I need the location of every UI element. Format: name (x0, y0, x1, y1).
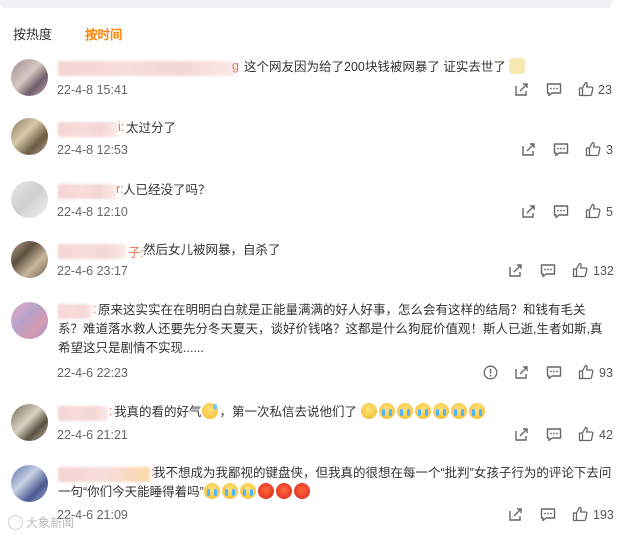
cry-emoji-icon (468, 403, 485, 419)
angry-emoji-icon (275, 483, 292, 499)
username-suffix[interactable]: 子: (128, 242, 144, 261)
avatar[interactable] (11, 302, 48, 339)
cry-emoji-icon (221, 483, 238, 499)
cat-emoji-icon (509, 58, 526, 74)
username-suffix[interactable]: i: (118, 120, 124, 134)
comment-icon[interactable] (546, 427, 562, 443)
watermark-text: 大象新闻 (26, 516, 75, 530)
comment-time: 22-4-6 21:21 (57, 428, 128, 442)
comment-icon[interactable] (540, 507, 556, 523)
like-count: 42 (599, 428, 613, 442)
comment-icon[interactable] (546, 82, 562, 98)
share-icon[interactable] (508, 507, 523, 523)
like-count: 3 (606, 143, 613, 157)
comment-icon[interactable] (553, 142, 569, 158)
like-icon[interactable] (578, 81, 594, 97)
like-icon[interactable] (572, 506, 588, 522)
tab-sort-hot[interactable]: 按热度 (13, 24, 52, 43)
avatar[interactable] (11, 181, 48, 218)
cry-emoji-icon (414, 403, 431, 419)
like-icon[interactable] (578, 364, 594, 380)
cry-emoji-icon (432, 403, 449, 419)
share-icon[interactable] (521, 142, 536, 158)
weibo-logo-icon (8, 515, 23, 530)
username[interactable] (58, 244, 126, 259)
like-icon[interactable] (585, 141, 601, 157)
username[interactable] (58, 122, 118, 137)
top-divider (0, 0, 612, 8)
watermark: 大象新闻 (8, 514, 74, 531)
like-icon[interactable] (585, 203, 601, 219)
sad-emoji-icon (360, 403, 377, 419)
username-suffix[interactable]: g (232, 59, 239, 73)
cry-emoji-icon (450, 403, 467, 419)
share-icon[interactable] (508, 263, 523, 279)
cry-emoji-icon (203, 483, 220, 499)
sweat-emoji-icon (201, 403, 218, 419)
cry-emoji-icon (396, 403, 413, 419)
comment-text: 原来这实实在在明明白白就是正能量满满的好人好事，怎么会有这样的结局？和钱有毛关系… (58, 303, 603, 355)
comment-text: 这个网友因为给了200块钱被网暴了 证实去世了 (244, 58, 527, 77)
comment-icon[interactable] (546, 365, 562, 381)
avatar[interactable] (11, 241, 48, 278)
username[interactable] (58, 61, 234, 76)
report-icon[interactable] (483, 365, 498, 381)
comment-time: 22-4-8 12:10 (57, 205, 128, 219)
share-icon[interactable] (514, 82, 529, 98)
like-icon[interactable] (572, 262, 588, 278)
comment-text: 人已经没了吗？ (123, 183, 211, 197)
avatar[interactable] (11, 59, 48, 96)
share-icon[interactable] (514, 427, 529, 443)
like-count: 23 (598, 83, 612, 97)
share-icon[interactable] (521, 204, 536, 220)
comment-time: 22-4-8 15:41 (57, 83, 128, 97)
angry-emoji-icon (257, 483, 274, 499)
username[interactable] (58, 184, 116, 199)
cry-emoji-icon (239, 483, 256, 499)
tab-sort-time[interactable]: 按时间 (85, 24, 123, 43)
cry-emoji-icon (378, 403, 395, 419)
avatar[interactable] (11, 465, 48, 502)
comment-time: 22-4-6 22:23 (57, 366, 128, 380)
comment-time: 22-4-8 12:53 (57, 143, 128, 157)
comment-icon[interactable] (553, 204, 569, 220)
avatar[interactable] (11, 404, 48, 441)
avatar[interactable] (11, 118, 48, 155)
comment-text: 我不想成为我鄙视的键盘侠，但我真的很想在每一个“批判”女孩子行为的评论下去问一句… (58, 466, 612, 499)
comment-time: 22-4-6 23:17 (57, 264, 128, 278)
comment-icon[interactable] (540, 263, 556, 279)
like-count: 132 (593, 264, 614, 278)
comment-text: 太过分了 (126, 121, 177, 135)
comment-text: 然后女儿被网暴，自杀了 (143, 243, 281, 257)
like-count: 193 (593, 508, 614, 522)
username[interactable] (58, 406, 108, 421)
like-count: 93 (599, 366, 613, 380)
angry-emoji-icon (293, 483, 310, 499)
username-suffix[interactable]: : (109, 404, 112, 418)
like-count: 5 (606, 205, 613, 219)
like-icon[interactable] (578, 426, 594, 442)
share-icon[interactable] (514, 365, 529, 381)
comment-text: 我真的看的好气 ，第一次私信去说他们了 (114, 403, 487, 422)
